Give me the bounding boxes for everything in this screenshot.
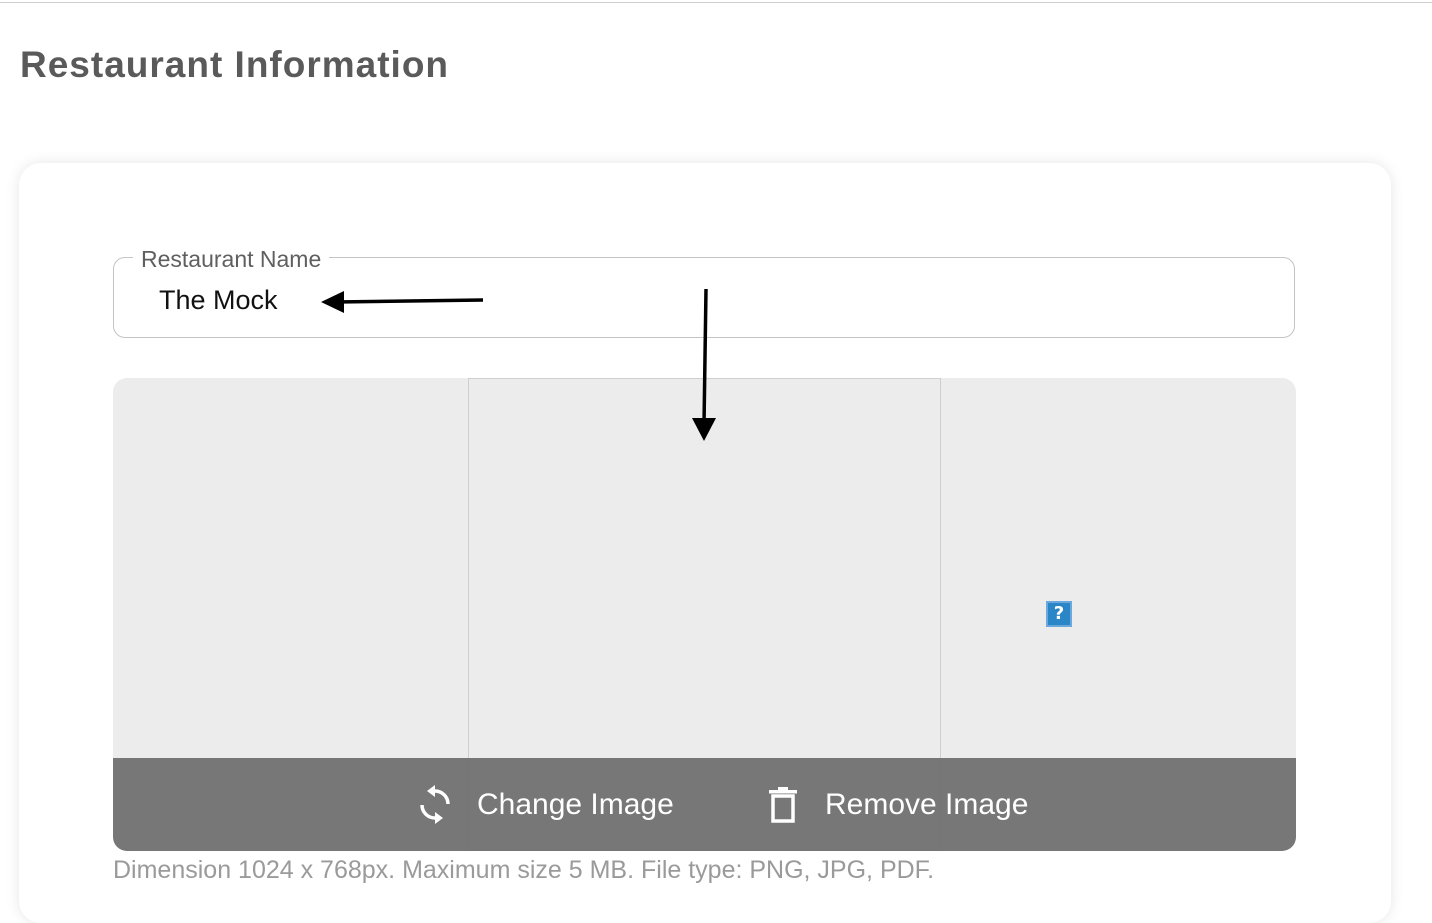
top-divider [0, 2, 1432, 3]
remove-image-button[interactable]: Remove Image [763, 758, 1028, 851]
change-image-button[interactable]: Change Image [415, 758, 674, 851]
image-action-bar: Change Image Remove Image [113, 758, 1296, 851]
image-upload-area[interactable]: ? Change Image Remove Image [113, 378, 1296, 851]
trash-icon [763, 785, 803, 825]
restaurant-name-input[interactable]: The Mock [159, 284, 278, 316]
restaurant-name-label: Restaurant Name [133, 245, 330, 273]
page-title: Restaurant Information [20, 44, 450, 85]
image-requirements-text: Dimension 1024 x 768px. Maximum size 5 M… [113, 856, 935, 884]
remove-image-label: Remove Image [825, 787, 1029, 821]
change-image-label: Change Image [477, 787, 674, 821]
broken-image-icon: ? [1046, 601, 1072, 627]
refresh-icon [415, 784, 455, 825]
